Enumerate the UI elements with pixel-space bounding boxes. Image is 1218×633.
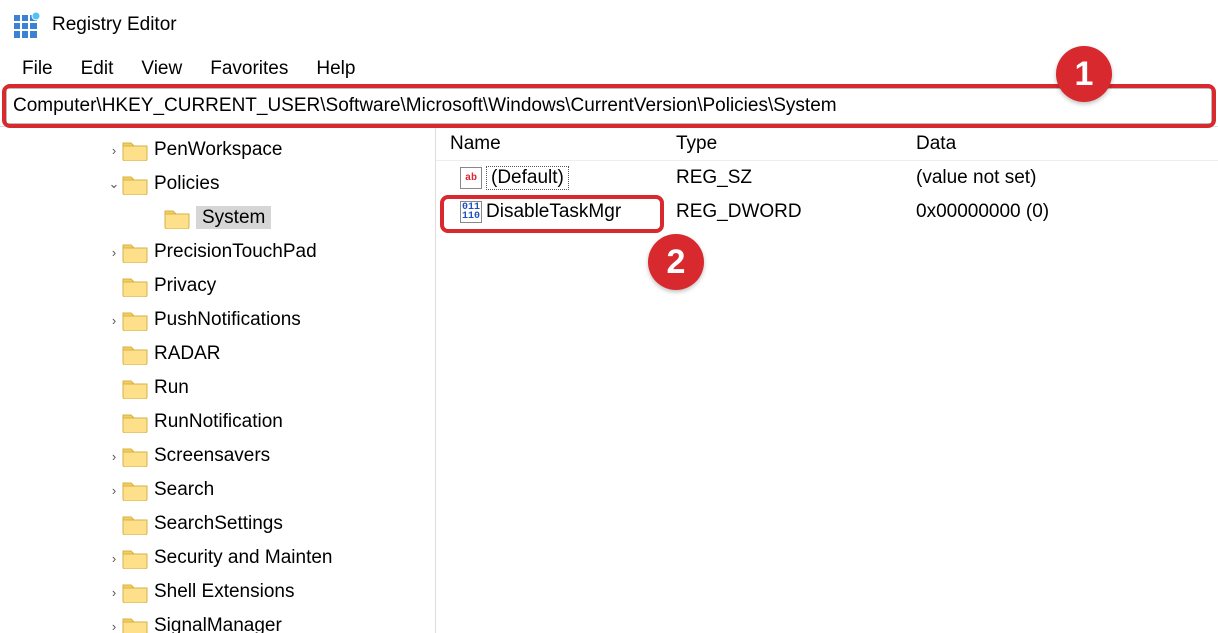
folder-icon xyxy=(122,377,148,399)
tree-item-label: RunNotification xyxy=(154,411,283,433)
window-title: Registry Editor xyxy=(52,14,177,36)
tree-item-system[interactable]: System xyxy=(0,201,435,235)
chevron-right-icon[interactable]: › xyxy=(106,483,122,498)
tree-item-security-and-mainten[interactable]: › Security and Mainten xyxy=(0,541,435,575)
menu-edit[interactable]: Edit xyxy=(67,54,128,84)
tree-item-searchsettings[interactable]: SearchSettings xyxy=(0,507,435,541)
tree-item-screensavers[interactable]: › Screensavers xyxy=(0,439,435,473)
string-value-icon: ab xyxy=(460,167,482,189)
tree-item-label: PushNotifications xyxy=(154,309,301,331)
folder-icon xyxy=(122,513,148,535)
folder-icon xyxy=(122,547,148,569)
chevron-right-icon[interactable]: › xyxy=(106,551,122,566)
tree-item-label: Policies xyxy=(154,173,219,195)
value-name: (Default) xyxy=(486,166,569,190)
folder-icon xyxy=(122,581,148,603)
chevron-down-icon[interactable]: ⌄ xyxy=(106,176,122,192)
chevron-right-icon[interactable]: › xyxy=(106,313,122,328)
tree-item-run[interactable]: Run xyxy=(0,371,435,405)
tree-item-label: Security and Mainten xyxy=(154,547,333,569)
folder-icon xyxy=(122,343,148,365)
list-row-disabletaskmgr[interactable]: 011 110DisableTaskMgr REG_DWORD0x00000000… xyxy=(436,195,1218,229)
tree-item-pushnotifications[interactable]: › PushNotifications xyxy=(0,303,435,337)
tree-item-label: RADAR xyxy=(154,343,221,365)
value-type: REG_DWORD xyxy=(676,201,916,223)
folder-icon xyxy=(122,615,148,633)
tree-item-label: System xyxy=(196,207,271,229)
list-view[interactable]: Name Type Data ab(Default) REG_SZ(value n… xyxy=(436,127,1218,633)
tree-item-shell-extensions[interactable]: › Shell Extensions xyxy=(0,575,435,609)
value-name: DisableTaskMgr xyxy=(486,201,621,223)
tree-item-signalmanager[interactable]: ›SignalManager xyxy=(0,609,435,633)
address-bar[interactable]: Computer\HKEY_CURRENT_USER\Software\Micr… xyxy=(6,88,1212,124)
tree-view[interactable]: › PenWorkspace ⌄ Policies System › PrecisionTo… xyxy=(0,127,436,633)
tree-item-privacy[interactable]: Privacy xyxy=(0,269,435,303)
tree-item-policies[interactable]: ⌄ Policies xyxy=(0,167,435,201)
tree-item-label: PrecisionTouchPad xyxy=(154,241,317,263)
tree-item-penworkspace[interactable]: › PenWorkspace xyxy=(0,133,435,167)
app-icon xyxy=(14,12,40,38)
tree-item-runnotification[interactable]: RunNotification xyxy=(0,405,435,439)
tree-item-search[interactable]: › Search xyxy=(0,473,435,507)
tree-item-radar[interactable]: RADAR xyxy=(0,337,435,371)
value-data: (value not set) xyxy=(916,167,1218,189)
menu-file[interactable]: File xyxy=(8,54,67,84)
chevron-right-icon[interactable]: › xyxy=(106,585,122,600)
folder-icon xyxy=(164,207,190,229)
menu-help[interactable]: Help xyxy=(302,54,369,84)
folder-icon xyxy=(122,241,148,263)
col-type[interactable]: Type xyxy=(676,133,916,155)
folder-icon xyxy=(122,309,148,331)
tree-item-precisiontouchpad[interactable]: › PrecisionTouchPad xyxy=(0,235,435,269)
chevron-right-icon[interactable]: › xyxy=(106,143,122,158)
tree-item-label: SearchSettings xyxy=(154,513,283,535)
folder-icon xyxy=(122,173,148,195)
folder-icon xyxy=(122,411,148,433)
dword-value-icon: 011 110 xyxy=(460,201,482,223)
col-name[interactable]: Name xyxy=(436,133,676,155)
tree-item-label: SignalManager xyxy=(154,615,282,633)
tree-item-label: Run xyxy=(154,377,189,399)
tree-item-label: PenWorkspace xyxy=(154,139,283,161)
menu-view[interactable]: View xyxy=(127,54,196,84)
value-data: 0x00000000 (0) xyxy=(916,201,1218,223)
tree-item-label: Screensavers xyxy=(154,445,270,467)
folder-icon xyxy=(122,479,148,501)
folder-icon xyxy=(122,139,148,161)
list-header: Name Type Data xyxy=(436,127,1218,161)
list-row--default-[interactable]: ab(Default) REG_SZ(value not set) xyxy=(436,161,1218,195)
folder-icon xyxy=(122,445,148,467)
tree-item-label: Search xyxy=(154,479,214,501)
tree-item-label: Privacy xyxy=(154,275,216,297)
chevron-right-icon[interactable]: › xyxy=(106,449,122,464)
menubar: File Edit View Favorites Help xyxy=(0,50,1218,88)
col-data[interactable]: Data xyxy=(916,133,1218,155)
chevron-right-icon[interactable]: › xyxy=(106,245,122,260)
value-type: REG_SZ xyxy=(676,167,916,189)
address-text: Computer\HKEY_CURRENT_USER\Software\Micr… xyxy=(13,95,837,117)
tree-item-label: Shell Extensions xyxy=(154,581,294,603)
menu-favorites[interactable]: Favorites xyxy=(196,54,302,84)
folder-icon xyxy=(122,275,148,297)
titlebar: Registry Editor xyxy=(0,0,1218,50)
